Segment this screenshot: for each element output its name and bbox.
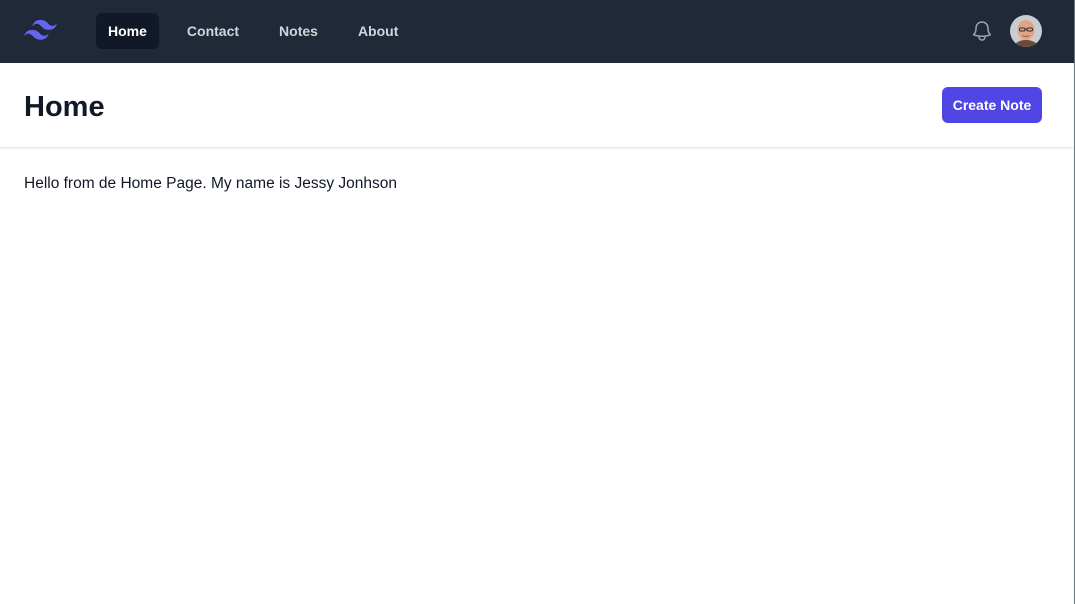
avatar-image xyxy=(1010,15,1042,47)
nav-links: Home Contact Notes About xyxy=(96,13,426,49)
nav-link-home[interactable]: Home xyxy=(96,13,159,49)
user-avatar[interactable] xyxy=(1010,15,1042,47)
page-title: Home xyxy=(24,91,105,123)
logo-icon[interactable] xyxy=(24,18,57,42)
bell-icon[interactable] xyxy=(970,19,994,43)
create-note-button[interactable]: Create Note xyxy=(942,87,1042,123)
nav-link-about[interactable]: About xyxy=(346,13,410,49)
top-navbar: Home Contact Notes About xyxy=(0,0,1074,63)
page-header: Home Create Note xyxy=(0,63,1074,148)
nav-link-notes[interactable]: Notes xyxy=(267,13,330,49)
nav-link-contact[interactable]: Contact xyxy=(175,13,251,49)
welcome-text: Hello from de Home Page. My name is Jess… xyxy=(24,175,398,192)
